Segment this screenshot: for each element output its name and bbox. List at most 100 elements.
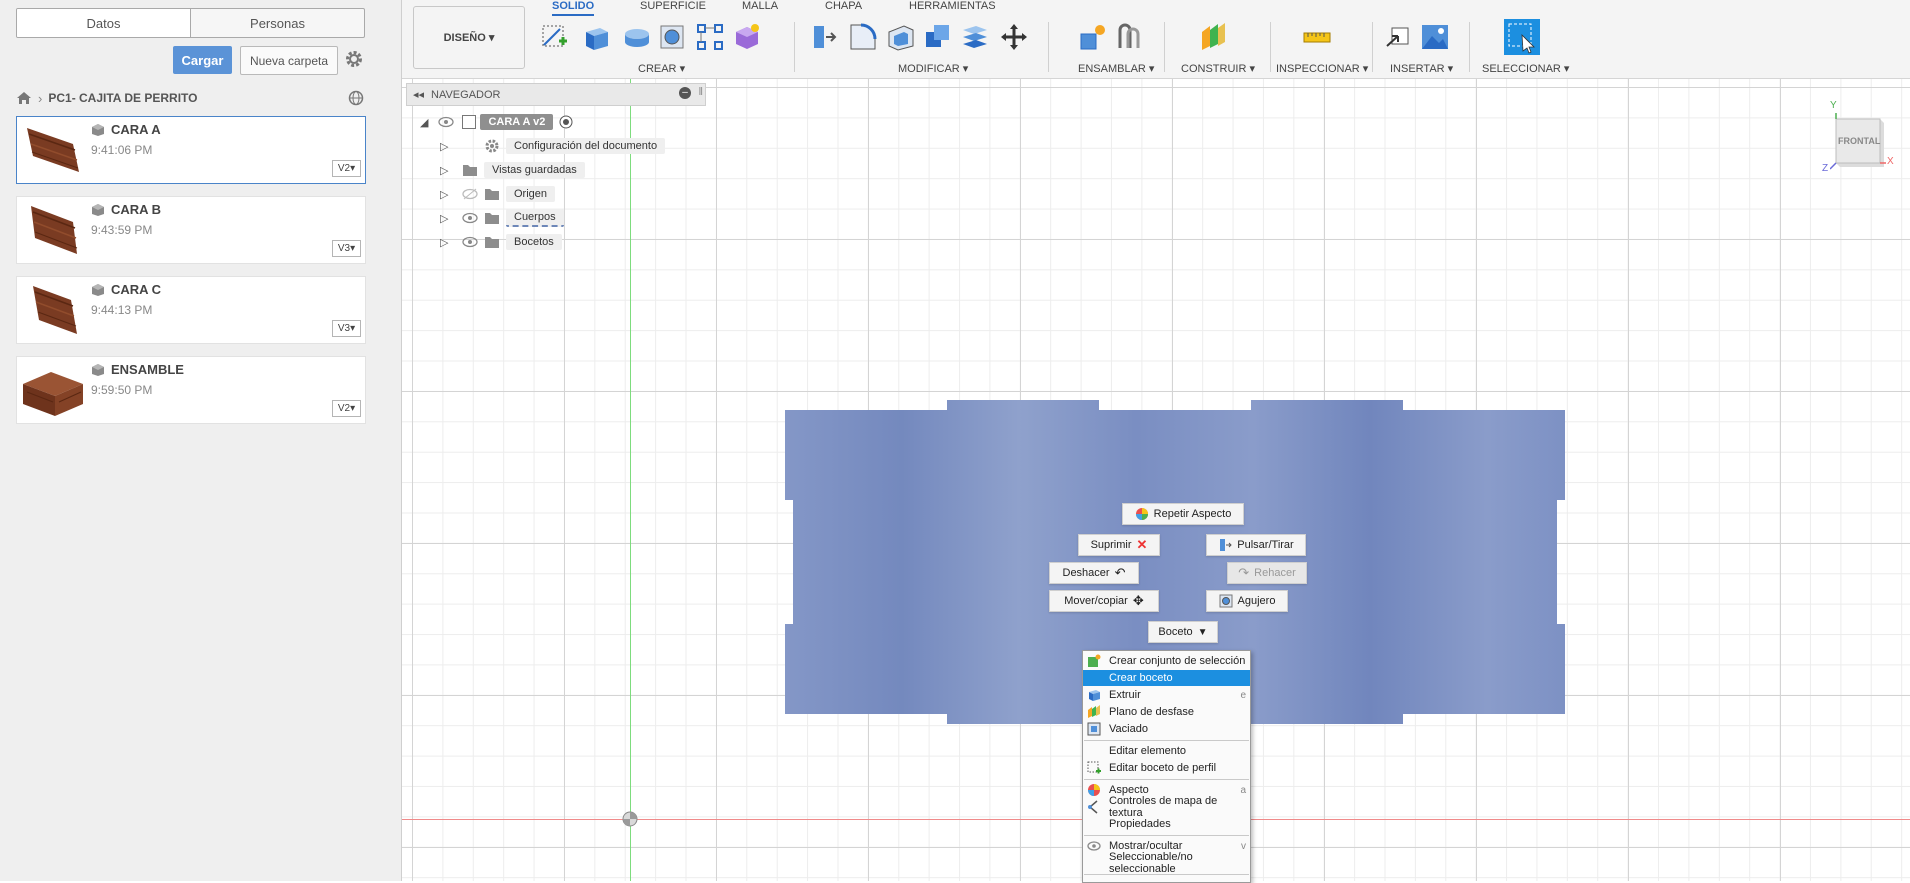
component-icon xyxy=(92,124,104,136)
menu-item-edit-profile-sketch[interactable]: Editar boceto de perfil xyxy=(1083,760,1250,776)
revolve-icon[interactable] xyxy=(622,22,652,52)
file-time: 9:44:13 PM xyxy=(91,303,153,317)
tab-chapa[interactable]: CHAPA xyxy=(825,0,862,12)
menu-item-selectable[interactable]: Seleccionable/no seleccionable xyxy=(1083,851,1250,875)
browser-item[interactable]: ▷ Origen xyxy=(440,184,556,204)
view-cube-face[interactable]: FRONTAL xyxy=(1838,136,1880,146)
gear-icon[interactable] xyxy=(344,49,364,69)
move-copy-button[interactable]: Mover/copiar ✥ xyxy=(1049,590,1159,612)
tab-malla[interactable]: MALLA xyxy=(742,0,778,12)
expand-arrow-icon[interactable]: ▷ xyxy=(440,212,462,225)
tab-superficie[interactable]: SUPERFICIE xyxy=(640,0,706,12)
offset-faces-icon[interactable] xyxy=(960,22,990,52)
joint-icon[interactable] xyxy=(1114,22,1144,52)
menu-item-create-selection-set[interactable]: Crear conjunto de selección xyxy=(1083,653,1250,669)
menu-item-offset-plane[interactable]: Plano de desfase xyxy=(1083,704,1250,720)
browser-root[interactable]: ◢ CARA A v2 xyxy=(420,112,573,132)
file-card-cara-a[interactable]: CARA A 9:41:06 PM V2 ▾ xyxy=(16,116,366,184)
repeat-appearance-button[interactable]: Repetir Aspecto xyxy=(1122,503,1244,525)
group-seleccionar[interactable]: SELECCIONAR ▾ xyxy=(1482,62,1569,75)
eye-hidden-icon[interactable] xyxy=(462,188,478,200)
eye-icon[interactable] xyxy=(462,212,478,224)
group-modificar[interactable]: MODIFICAR ▾ xyxy=(898,62,968,75)
expand-icon[interactable]: ◢ xyxy=(420,116,428,129)
press-pull-button[interactable]: Pulsar/Tirar xyxy=(1206,534,1306,556)
workspace-switcher[interactable]: DISEÑO ▾ xyxy=(413,6,525,69)
measure-icon[interactable] xyxy=(1302,22,1332,52)
eye-icon[interactable] xyxy=(462,236,478,248)
minimize-icon[interactable]: – xyxy=(679,87,691,99)
upload-button[interactable]: Cargar xyxy=(173,46,232,74)
data-panel: Datos Personas Cargar Nueva carpeta › PC… xyxy=(0,0,402,881)
group-inspeccionar[interactable]: INSPECCIONAR ▾ xyxy=(1276,62,1368,75)
file-card-ensamble[interactable]: ENSAMBLE 9:59:50 PM V2 ▾ xyxy=(16,356,366,424)
home-icon[interactable] xyxy=(16,90,32,106)
globe-settings-icon[interactable] xyxy=(348,90,364,106)
combine-icon[interactable] xyxy=(923,22,953,52)
collapse-icon[interactable]: ◂◂ xyxy=(413,88,424,101)
origin-icon[interactable] xyxy=(622,811,638,827)
group-insertar[interactable]: INSERTAR ▾ xyxy=(1390,62,1453,75)
sketch-dropdown-button[interactable]: Boceto ▼ xyxy=(1148,621,1218,643)
file-name: ENSAMBLE xyxy=(111,362,184,377)
menu-item-create-sketch[interactable]: Crear boceto xyxy=(1083,670,1250,686)
extrude-icon[interactable] xyxy=(582,22,612,52)
project-name[interactable]: PC1- CAJITA DE PERRITO xyxy=(48,91,197,105)
menu-separator xyxy=(1084,874,1249,875)
eye-icon[interactable] xyxy=(438,116,455,128)
group-ensamblar[interactable]: ENSAMBLAR ▾ xyxy=(1078,62,1154,75)
tab-herramientas[interactable]: HERRAMIENTAS xyxy=(909,0,996,12)
browser-item[interactable]: ▷ Cuerpos xyxy=(440,208,564,228)
view-cube[interactable]: FRONTAL Y X Z xyxy=(1822,100,1894,174)
expand-arrow-icon[interactable]: ▷ xyxy=(440,140,462,153)
browser-item[interactable]: ▷ Configuración del documento xyxy=(440,136,666,156)
insert-canvas-icon[interactable] xyxy=(1420,22,1450,52)
expand-arrow-icon[interactable]: ▷ xyxy=(440,164,462,177)
create-sketch-icon[interactable] xyxy=(540,22,570,52)
menu-item-extrude[interactable]: Extruir e xyxy=(1083,687,1250,703)
group-construir[interactable]: CONSTRUIR ▾ xyxy=(1181,62,1255,75)
version-dropdown[interactable]: V2 ▾ xyxy=(332,400,361,417)
pattern-icon[interactable] xyxy=(695,22,725,52)
browser-header[interactable]: ◂◂ NAVEGADOR – ‖ xyxy=(406,83,706,106)
suppress-button[interactable]: Suprimir ✕ xyxy=(1078,534,1160,556)
hole-button[interactable]: Agujero xyxy=(1206,590,1288,612)
create-form-icon[interactable] xyxy=(732,22,762,52)
press-pull-icon[interactable] xyxy=(808,22,838,52)
pin-icon[interactable]: ‖ xyxy=(698,86,703,98)
toolbar-separator xyxy=(1469,22,1470,72)
browser-item[interactable]: ▷ Vistas guardadas xyxy=(440,160,585,180)
folder-icon xyxy=(485,213,499,224)
browser-title: NAVEGADOR xyxy=(431,88,501,101)
file-card-cara-c[interactable]: CARA C 9:44:13 PM V3 ▾ xyxy=(16,276,366,344)
undo-button[interactable]: Deshacer ↶ xyxy=(1049,562,1139,584)
offset-plane-icon[interactable] xyxy=(1198,22,1228,52)
tab-personas[interactable]: Personas xyxy=(190,9,364,37)
activate-radio-icon[interactable] xyxy=(559,115,573,129)
insert-derive-icon[interactable] xyxy=(1384,22,1414,52)
tab-datos[interactable]: Datos xyxy=(17,9,190,37)
version-dropdown[interactable]: V3 ▾ xyxy=(332,320,361,337)
menu-item-shell[interactable]: Vaciado xyxy=(1083,721,1250,737)
group-crear[interactable]: CREAR ▾ xyxy=(638,62,685,75)
tab-solido[interactable]: SOLIDO xyxy=(552,0,595,16)
expand-arrow-icon[interactable]: ▷ xyxy=(440,236,462,249)
file-card-cara-b[interactable]: CARA B 9:43:59 PM V3 ▾ xyxy=(16,196,366,264)
version-dropdown[interactable]: V2 ▾ xyxy=(332,160,361,177)
browser-item[interactable]: ▷ Bocetos xyxy=(440,232,562,252)
browser-item-label: Cuerpos xyxy=(506,209,564,227)
menu-item-texture-map-controls[interactable]: Controles de mapa de textura xyxy=(1083,795,1250,819)
menu-separator xyxy=(1084,779,1249,780)
menu-item-edit-feature[interactable]: Editar elemento xyxy=(1083,743,1250,759)
version-dropdown[interactable]: V3 ▾ xyxy=(332,240,361,257)
new-component-icon[interactable] xyxy=(1078,22,1108,52)
menu-item-properties[interactable]: Propiedades xyxy=(1083,816,1250,832)
expand-arrow-icon[interactable]: ▷ xyxy=(440,188,462,201)
move-icon[interactable] xyxy=(999,22,1029,52)
fillet-icon[interactable] xyxy=(848,22,878,52)
select-icon[interactable] xyxy=(1504,19,1540,55)
shell-icon[interactable] xyxy=(886,22,916,52)
hole-icon[interactable] xyxy=(657,22,687,52)
browser-root-label[interactable]: CARA A v2 xyxy=(480,114,554,130)
new-folder-button[interactable]: Nueva carpeta xyxy=(240,46,338,75)
